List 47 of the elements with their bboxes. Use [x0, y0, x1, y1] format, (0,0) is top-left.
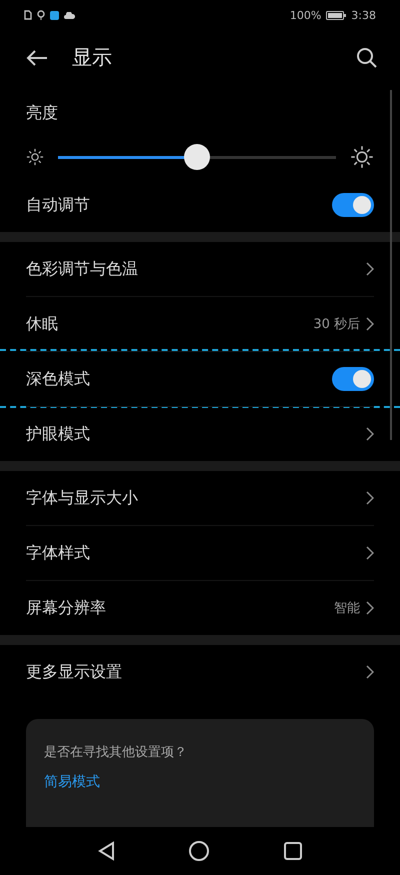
- settings-row[interactable]: 字体与显示大小: [0, 471, 400, 525]
- setting-label: 色彩调节与色温: [26, 258, 138, 280]
- page-title: 显示: [72, 44, 113, 71]
- back-nav-button[interactable]: [96, 841, 115, 861]
- toggle-switch[interactable]: [332, 367, 374, 391]
- setting-value: 智能: [334, 600, 360, 617]
- chevron-right-icon: [366, 427, 374, 441]
- setting-label: 深色模式: [26, 368, 90, 390]
- bright-sun-icon: [350, 145, 374, 169]
- battery-icon: [326, 10, 346, 20]
- setting-label: 屏幕分辨率: [26, 598, 106, 618]
- settings-row[interactable]: 护眼模式: [0, 406, 400, 461]
- setting-label: 字体与显示大小: [26, 488, 138, 508]
- back-button[interactable]: [26, 48, 48, 66]
- app-icon: [50, 10, 59, 20]
- setting-label: 字体样式: [26, 542, 90, 564]
- cloud-icon: [64, 12, 75, 18]
- brightness-label: 亮度: [26, 103, 58, 124]
- settings-row[interactable]: 休眠 30 秒后: [0, 296, 400, 351]
- suggestion-link[interactable]: 简易模式: [44, 773, 100, 791]
- setting-value: 30 秒后: [313, 316, 360, 333]
- slider-thumb[interactable]: [184, 144, 210, 170]
- sim-icon: [24, 10, 32, 20]
- home-button[interactable]: [188, 840, 210, 862]
- battery-percent: 100%: [290, 8, 322, 22]
- settings-row[interactable]: 屏幕分辨率 智能: [0, 580, 400, 635]
- clock-time: 3:38: [351, 8, 376, 22]
- search-button[interactable]: [356, 46, 378, 68]
- chevron-right-icon: [366, 317, 374, 331]
- setting-label: 护眼模式: [26, 424, 90, 444]
- chevron-right-icon: [366, 546, 374, 560]
- settings-row[interactable]: 自动调节: [0, 178, 400, 232]
- setting-label: 自动调节: [26, 194, 90, 216]
- settings-row[interactable]: 色彩调节与色温: [0, 242, 400, 296]
- settings-row[interactable]: 字体样式: [0, 525, 400, 580]
- toggle-switch[interactable]: [332, 193, 374, 217]
- dim-sun-icon: [26, 148, 44, 166]
- settings-row[interactable]: 更多显示设置: [0, 645, 400, 699]
- chevron-right-icon: [366, 601, 374, 615]
- card-question: 是否在寻找其他设置项？: [44, 744, 187, 761]
- chevron-right-icon: [366, 491, 374, 505]
- setting-label: 更多显示设置: [26, 662, 122, 682]
- chevron-right-icon: [366, 262, 374, 276]
- settings-row[interactable]: 深色模式: [0, 349, 400, 408]
- setting-label: 休眠: [26, 314, 58, 334]
- recents-button[interactable]: [283, 841, 304, 861]
- chevron-right-icon: [366, 665, 374, 679]
